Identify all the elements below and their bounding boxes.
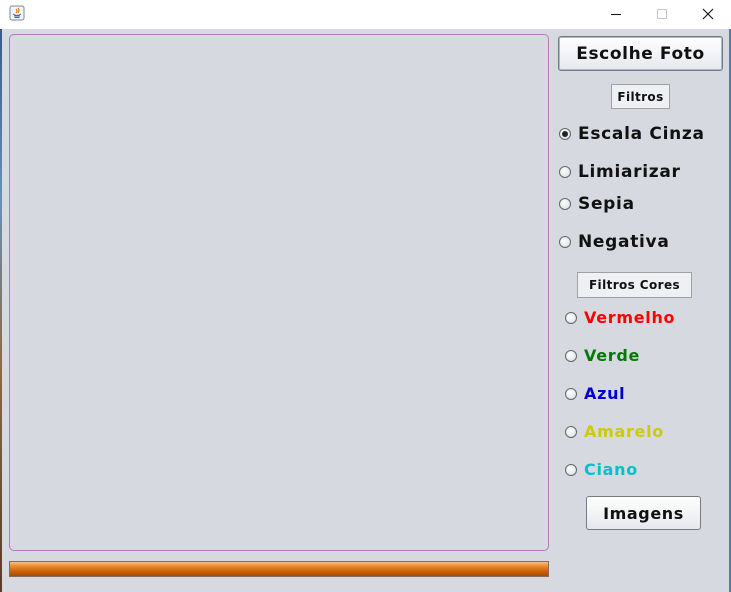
images-button[interactable]: Imagens	[586, 496, 701, 530]
radio-indicator	[565, 463, 577, 476]
close-icon	[702, 5, 714, 24]
radio-indicator	[559, 236, 571, 248]
radio-verde[interactable]: Verde	[565, 346, 640, 365]
color-filters-label: Filtros Cores	[577, 272, 692, 298]
radio-sepia[interactable]: Sepia	[559, 194, 635, 214]
radio-indicator	[565, 311, 577, 324]
radio-indicator	[565, 425, 577, 438]
radio-label: Limiarizar	[578, 162, 681, 182]
radio-limiarizar[interactable]: Limiarizar	[559, 162, 681, 182]
radio-azul[interactable]: Azul	[565, 384, 625, 403]
filters-label: Filtros	[611, 84, 670, 109]
desktop-background-strip	[0, 29, 2, 592]
radio-label: Sepia	[578, 194, 635, 214]
radio-label: Vermelho	[584, 308, 676, 327]
close-button[interactable]	[685, 0, 731, 29]
minimize-icon	[610, 5, 622, 24]
progress-fill	[10, 562, 548, 576]
radio-label: Verde	[584, 346, 641, 365]
radio-ciano[interactable]: Ciano	[565, 460, 638, 479]
progress-bar	[9, 561, 549, 577]
radio-label: Escala Cinza	[578, 124, 705, 144]
radio-negativa[interactable]: Negativa	[559, 232, 670, 252]
radio-escala-cinza[interactable]: Escala Cinza	[559, 124, 705, 144]
title-bar	[0, 0, 731, 29]
image-preview-panel	[9, 34, 549, 551]
minimize-button[interactable]	[593, 0, 639, 29]
radio-vermelho[interactable]: Vermelho	[565, 308, 675, 327]
radio-indicator	[559, 128, 571, 140]
radio-label: Negativa	[578, 232, 670, 252]
radio-indicator	[559, 166, 571, 178]
radio-label: Amarelo	[584, 422, 664, 441]
radio-amarelo[interactable]: Amarelo	[565, 422, 664, 441]
maximize-icon	[656, 5, 668, 24]
maximize-button[interactable]	[639, 0, 685, 29]
radio-label: Ciano	[584, 460, 638, 479]
choose-photo-button[interactable]: Escolhe Foto	[558, 36, 723, 71]
radio-indicator	[565, 349, 577, 362]
radio-label: Azul	[584, 384, 626, 403]
java-icon	[9, 5, 25, 21]
radio-indicator	[559, 198, 571, 210]
radio-indicator	[565, 387, 577, 400]
